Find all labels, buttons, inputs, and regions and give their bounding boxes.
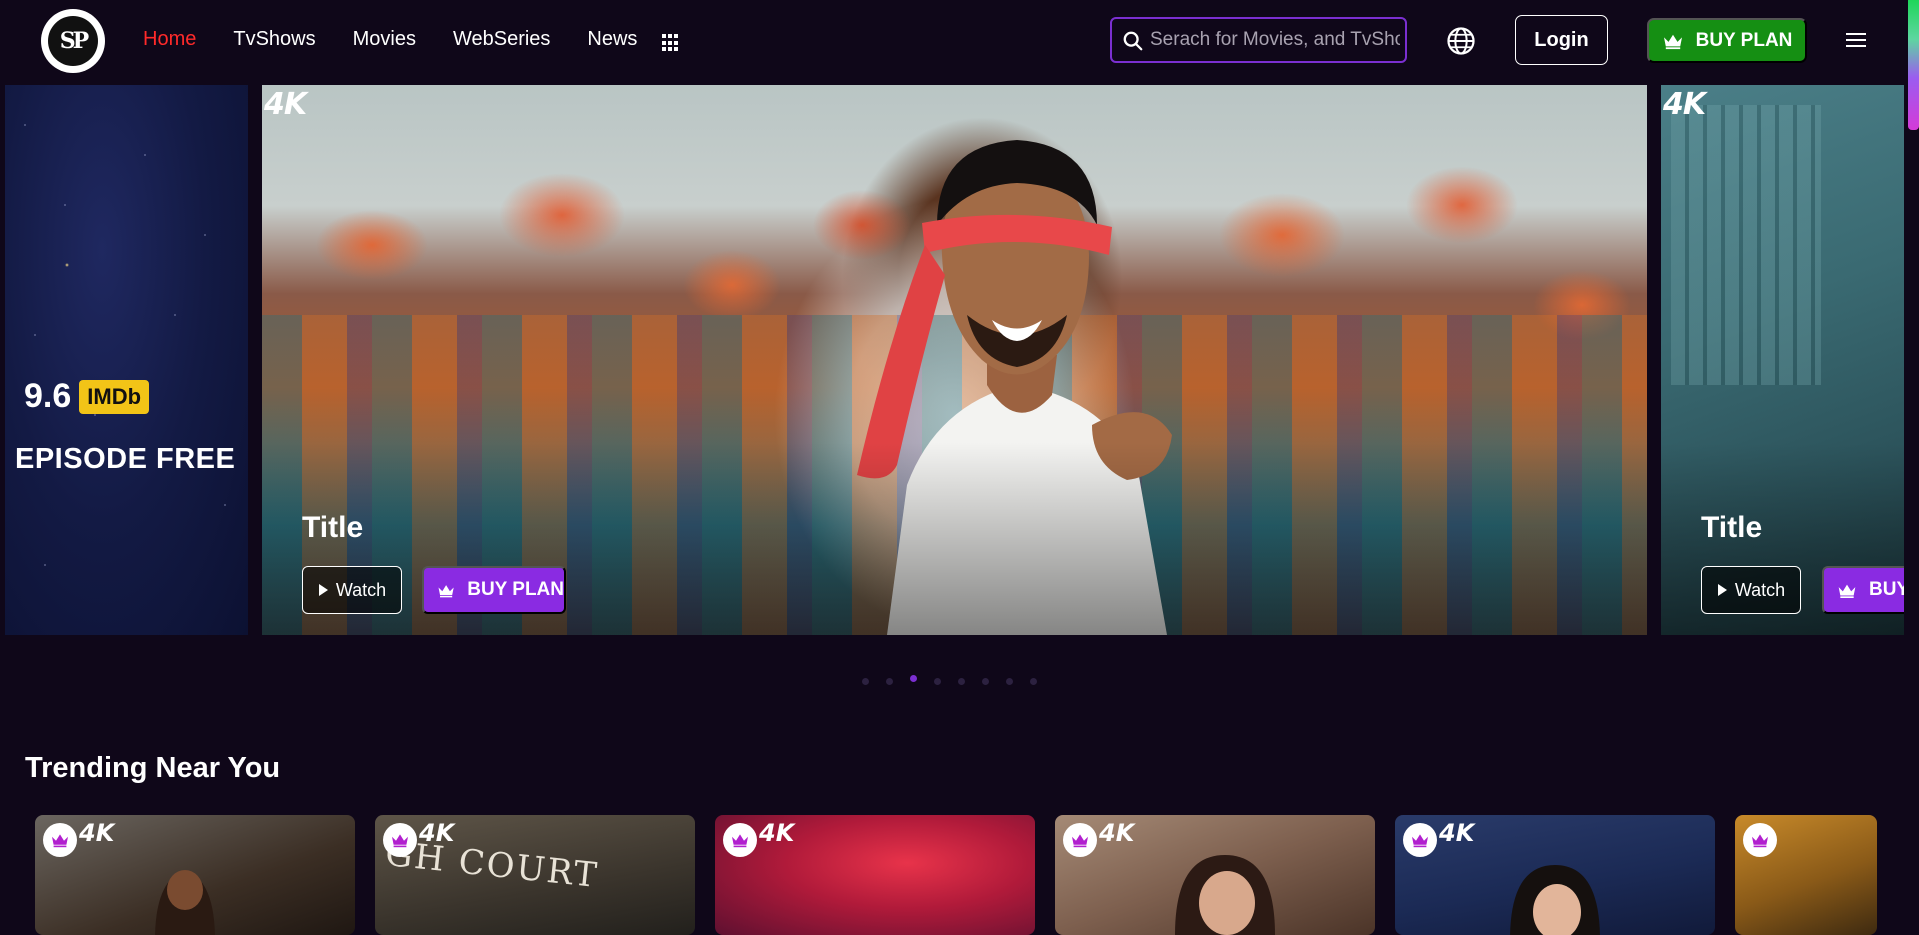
play-icon [318,584,328,596]
crown-icon [1412,834,1428,848]
nav-webseries[interactable]: WebSeries [453,28,550,51]
crown-icon [732,834,748,848]
main-nav: Home TvShows Movies WebSeries News [143,28,674,51]
premium-crown-badge [723,823,757,857]
slide-title: Title [1701,511,1763,544]
4k-badge: 4K [1439,819,1475,847]
4k-badge: 4K [1663,87,1706,122]
4k-badge: 4K [264,87,307,122]
trending-section-title: Trending Near You [25,752,281,784]
hamburger-menu-icon[interactable] [1846,33,1866,47]
trending-card[interactable] [1735,815,1877,935]
premium-crown-badge [383,823,417,857]
carousel-slide-next[interactable]: 4K Title Watch BUY [1661,85,1904,635]
buy-plan-button[interactable]: BUY PLAN [1647,18,1807,63]
crown-icon [392,834,408,848]
crown-icon [438,584,454,597]
crown-icon [1072,834,1088,848]
trending-card[interactable]: 4K [35,815,355,935]
crown-icon [52,834,68,848]
starfield-background [5,85,248,635]
premium-crown-badge [1743,823,1777,857]
watch-button[interactable]: Watch [1701,566,1801,614]
carousel-pagination [862,675,1037,685]
carousel-slide-current[interactable]: 4K Title Watch BUY PLAN [262,85,1647,635]
next-slide-gradient-overlay [1661,85,1904,635]
imdb-badge: IMDb [79,379,150,414]
watch-label: Watch [335,579,387,600]
carousel-slide-previous[interactable]: 9.6 IMDb EPISODE FREE [5,85,248,635]
slide-buy-plan-button[interactable]: BUY PLAN [422,566,566,614]
rating-block: 9.6 IMDb [24,377,150,416]
apps-grid-icon[interactable] [662,34,680,52]
carousel-dot-active[interactable] [910,675,917,682]
crown-icon [1663,34,1682,49]
slide-buy-plan-label: BUY PLAN [467,579,564,600]
4k-badge: 4K [79,819,115,847]
trending-card[interactable]: 4K [1055,815,1375,935]
trending-card[interactable]: 4K [715,815,1035,935]
login-button[interactable]: Login [1515,15,1608,65]
premium-crown-badge [43,823,77,857]
search-icon [1123,31,1143,51]
watch-label: Watch [1734,579,1786,600]
4k-badge: 4K [759,819,795,847]
carousel-dot[interactable] [934,678,941,685]
4k-badge: 4K [1099,819,1135,847]
carousel-dot[interactable] [982,678,989,685]
search-box [1110,17,1407,63]
poster-figure [1510,865,1600,935]
episode-free-label: EPISODE FREE [15,443,236,475]
premium-crown-badge [1063,823,1097,857]
crown-icon [1752,834,1768,848]
page-scrollbar[interactable] [1908,0,1919,130]
buy-plan-label: BUY PLAN [1695,29,1793,51]
site-logo[interactable]: SP [41,9,105,73]
search-input[interactable] [1150,29,1400,51]
poster-figure [155,870,215,935]
top-navbar: SP Home TvShows Movies WebSeries News Lo… [0,0,1919,82]
watch-button[interactable]: Watch [302,566,402,614]
crown-icon [1838,584,1856,598]
premium-crown-badge [1403,823,1437,857]
4k-badge: 4K [419,819,455,847]
nav-news[interactable]: News [587,28,637,51]
trending-card[interactable]: GH COURT 4K [375,815,695,935]
slide-title: Title [302,511,364,544]
nav-home[interactable]: Home [143,28,196,51]
carousel-dot[interactable] [886,678,893,685]
nav-movies[interactable]: Movies [353,28,416,51]
trending-card[interactable]: 4K [1395,815,1715,935]
logo-monogram: SP [48,16,98,66]
play-icon [1717,584,1727,596]
hero-gradient-overlay [262,85,1647,635]
carousel-dot[interactable] [862,678,869,685]
slide-buy-plan-button[interactable]: BUY [1822,566,1904,614]
carousel-dot[interactable] [1030,678,1037,685]
slide-buy-plan-label: BUY [1869,579,1904,600]
carousel-dot[interactable] [1006,678,1013,685]
carousel-dot[interactable] [958,678,965,685]
rating-value: 9.6 [24,377,72,415]
nav-tvshows[interactable]: TvShows [233,28,315,51]
language-globe-icon[interactable] [1446,26,1476,56]
